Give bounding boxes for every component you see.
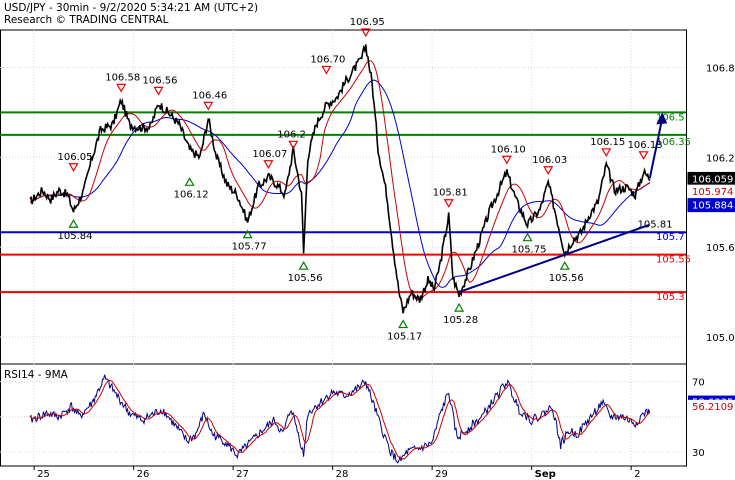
price-y-tick: 105.0 xyxy=(706,333,735,344)
swing-low-label: 105.28 xyxy=(443,315,478,326)
price-y-tick: 105.6 xyxy=(706,243,735,254)
x-tick-label: 26 xyxy=(137,469,150,480)
price-y-tick: 106.2 xyxy=(706,153,735,164)
price-chart: USD/JPY - 30min - 9/2/2020 5:34:21 AM (U… xyxy=(0,0,735,480)
swing-high-label: 106.10 xyxy=(491,144,526,155)
swing-high-label: 106.58 xyxy=(105,72,140,83)
swing-low-label: 105.56 xyxy=(549,273,584,284)
swing-high-label: 106.07 xyxy=(252,149,287,160)
swing-high-label: 106.2 xyxy=(277,129,306,140)
level-note-label: 105.81 xyxy=(638,220,673,231)
swing-low-label: 105.84 xyxy=(58,231,93,242)
swing-low-label: 106.12 xyxy=(174,189,209,200)
x-tick-label: 29 xyxy=(435,469,448,480)
rsi-tag-label: 56.2109 xyxy=(692,402,733,413)
level-label: 105.7 xyxy=(656,232,685,243)
x-tick-label: 27 xyxy=(236,469,249,480)
swing-high-label: 106.46 xyxy=(192,90,227,101)
level-label: 105.55 xyxy=(656,255,691,266)
x-tick-label: Sep xyxy=(535,469,556,480)
swing-high-label: 106.03 xyxy=(532,155,567,166)
swing-low-label: 105.75 xyxy=(511,245,546,256)
swing-high-label: 106.70 xyxy=(310,54,345,65)
price-tag-label: 105.884 xyxy=(692,201,733,212)
rsi-y-tick: 30 xyxy=(692,448,705,459)
swing-high-label: 106.56 xyxy=(143,75,178,86)
swing-high-label: 106.95 xyxy=(350,17,385,28)
swing-high-label: 105.81 xyxy=(433,188,468,199)
x-tick-label: 28 xyxy=(336,469,349,480)
price-tag-label: 105.974 xyxy=(692,187,733,198)
swing-low-label: 105.56 xyxy=(288,273,323,284)
swing-high-label: 106.15 xyxy=(590,137,625,148)
price-y-tick: 106.8 xyxy=(706,63,735,74)
swing-low-label: 105.77 xyxy=(232,242,267,253)
rsi-title: RSI14 - 9MA xyxy=(4,369,69,381)
x-tick-label: 2 xyxy=(634,469,640,480)
level-label: 105.3 xyxy=(656,292,685,303)
x-tick-label: 25 xyxy=(37,469,50,480)
swing-high-label: 106.05 xyxy=(58,152,93,163)
chart-title: USD/JPY - 30min - 9/2/2020 5:34:21 AM (U… xyxy=(4,2,258,14)
rsi-y-tick: 70 xyxy=(692,378,705,389)
swing-low-label: 105.17 xyxy=(387,332,422,343)
chart-source: Research © TRADING CENTRAL xyxy=(4,14,169,26)
price-tag-label: 106.059 xyxy=(692,174,733,185)
